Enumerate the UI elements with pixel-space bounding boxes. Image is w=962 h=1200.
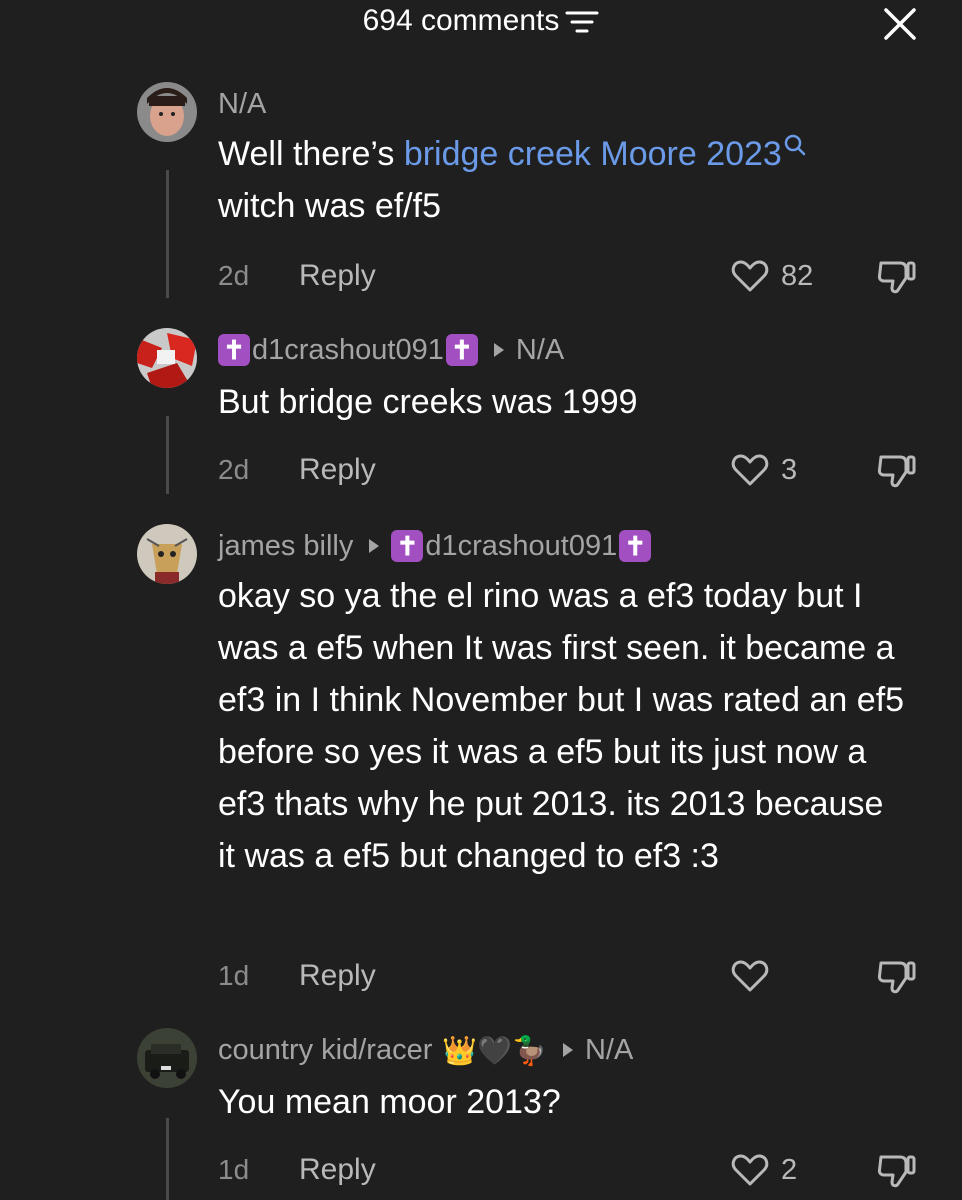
search-link[interactable]: bridge creek Moore 2023 (404, 135, 782, 173)
comment-meta: 1d Reply 2 (218, 1150, 938, 1190)
dislike-icon[interactable] (876, 956, 918, 998)
cross-emoji: ✝ (445, 334, 478, 366)
reply-arrow-icon (493, 343, 504, 357)
comments-title: 694 comments (0, 4, 962, 38)
comment-text: okay so ya the el rino was a ef3 today b… (218, 577, 905, 875)
like-count: 82 (781, 260, 814, 292)
comment-text: Well there’s bridge creek Moore 2023 wit… (218, 128, 918, 232)
reply-to-user[interactable]: N/A (585, 1034, 633, 1067)
heart-icon[interactable] (730, 256, 770, 296)
search-icon[interactable] (782, 132, 808, 162)
sort-icon[interactable] (565, 9, 599, 35)
comment-time: 2d (218, 260, 250, 291)
comment-item: country kid/racer 👑🖤🦆 N/A You mean moor … (0, 1028, 962, 1200)
reply-button[interactable]: Reply (299, 256, 376, 296)
comment-time: 1d (218, 1154, 250, 1185)
heart-icon[interactable] (730, 450, 770, 490)
avatar[interactable] (137, 328, 197, 388)
comment-author[interactable]: d1crashout091 (252, 334, 444, 367)
like-count: 2 (781, 1154, 798, 1186)
comment-author[interactable]: james billy (218, 530, 353, 563)
dislike-icon[interactable] (876, 450, 918, 492)
comment-author[interactable]: N/A (218, 88, 266, 121)
comment-time: 1d (218, 960, 250, 991)
comment-time: 2d (218, 454, 250, 485)
avatar[interactable] (137, 524, 197, 584)
comment-meta: 2d Reply 3 (218, 450, 938, 490)
author-emojis: 👑🖤🦆 (442, 1034, 547, 1066)
reply-button[interactable]: Reply (299, 1150, 376, 1190)
cross-emoji: ✝ (619, 530, 652, 562)
dislike-icon[interactable] (876, 1150, 918, 1192)
comment-author-row: james billy ✝ d1crashout091 ✝ (218, 526, 652, 566)
dislike-icon[interactable] (876, 256, 918, 298)
reply-arrow-icon (562, 1043, 573, 1057)
comment-item: N/A Well there’s bridge creek Moore 2023… (0, 82, 962, 302)
reply-to-user[interactable]: N/A (516, 334, 564, 367)
avatar[interactable] (137, 1028, 197, 1088)
comment-author-row: country kid/racer 👑🖤🦆 N/A (218, 1030, 633, 1070)
reply-arrow-icon (369, 539, 380, 553)
close-icon[interactable] (882, 6, 918, 42)
comment-text: You mean moor 2013? (218, 1083, 561, 1121)
comment-meta: 1d Reply (218, 956, 938, 996)
comments-header: 694 comments (0, 0, 962, 46)
cross-emoji: ✝ (218, 334, 250, 366)
comment-meta: 2d Reply 82 (218, 256, 938, 296)
reply-button[interactable]: Reply (299, 956, 376, 996)
heart-icon[interactable] (730, 956, 770, 996)
cross-emoji: ✝ (391, 530, 424, 562)
comment-author-row: N/A (218, 84, 266, 124)
heart-icon[interactable] (730, 1150, 770, 1190)
avatar[interactable] (137, 82, 197, 142)
comment-author-row: ✝ d1crashout091 ✝ N/A (218, 330, 564, 370)
thread-line (166, 1118, 169, 1200)
comment-count: 694 comments (362, 4, 560, 37)
thread-line (166, 416, 169, 494)
comment-item: ✝ d1crashout091 ✝ N/A But bridge creeks … (0, 328, 962, 498)
thread-line (166, 170, 169, 298)
reply-button[interactable]: Reply (299, 450, 376, 490)
like-count: 3 (781, 454, 798, 486)
comment-item: james billy ✝ d1crashout091 ✝ okay so ya… (0, 524, 962, 1004)
comment-author[interactable]: country kid/racer (218, 1034, 432, 1067)
reply-to-user[interactable]: d1crashout091 (425, 530, 617, 563)
comment-text: But bridge creeks was 1999 (218, 383, 638, 421)
